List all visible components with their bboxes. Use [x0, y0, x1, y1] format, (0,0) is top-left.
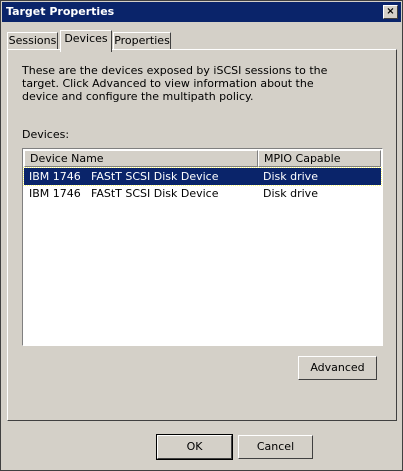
- list-item[interactable]: IBM 1746 FAStT SCSI Disk Device Disk dri…: [24, 185, 381, 202]
- device-name: FAStT SCSI Disk Device: [91, 187, 219, 200]
- cancel-button[interactable]: Cancel: [238, 435, 313, 459]
- device-vendor: IBM 1746: [29, 170, 81, 183]
- devices-list[interactable]: Device Name MPIO Capable IBM 1746 FAStT …: [22, 148, 383, 346]
- devices-tab-panel: These are the devices exposed by iSCSI s…: [7, 49, 397, 421]
- window-title: Target Properties: [6, 5, 115, 18]
- tab-properties[interactable]: Properties: [113, 32, 171, 50]
- device-mpio: Disk drive: [263, 187, 318, 200]
- device-name: FAStT SCSI Disk Device: [91, 170, 219, 183]
- device-vendor: IBM 1746: [29, 187, 81, 200]
- devices-description: These are the devices exposed by iSCSI s…: [22, 64, 328, 103]
- target-properties-dialog: Target Properties × Sessions Devices Pro…: [0, 0, 403, 471]
- advanced-button[interactable]: Advanced: [298, 356, 377, 380]
- column-header-device-name[interactable]: Device Name: [24, 150, 258, 167]
- column-header-mpio-capable[interactable]: MPIO Capable: [258, 150, 381, 167]
- device-mpio: Disk drive: [263, 170, 318, 183]
- list-item[interactable]: IBM 1746 FAStT SCSI Disk Device Disk dri…: [23, 167, 382, 186]
- ok-button[interactable]: OK: [156, 434, 233, 460]
- devices-list-label: Devices:: [22, 128, 70, 141]
- list-header: Device Name MPIO Capable: [24, 150, 381, 167]
- tab-devices[interactable]: Devices: [60, 30, 112, 52]
- close-icon[interactable]: ×: [383, 5, 398, 19]
- title-bar: Target Properties ×: [2, 2, 401, 22]
- tab-sessions[interactable]: Sessions: [7, 32, 58, 50]
